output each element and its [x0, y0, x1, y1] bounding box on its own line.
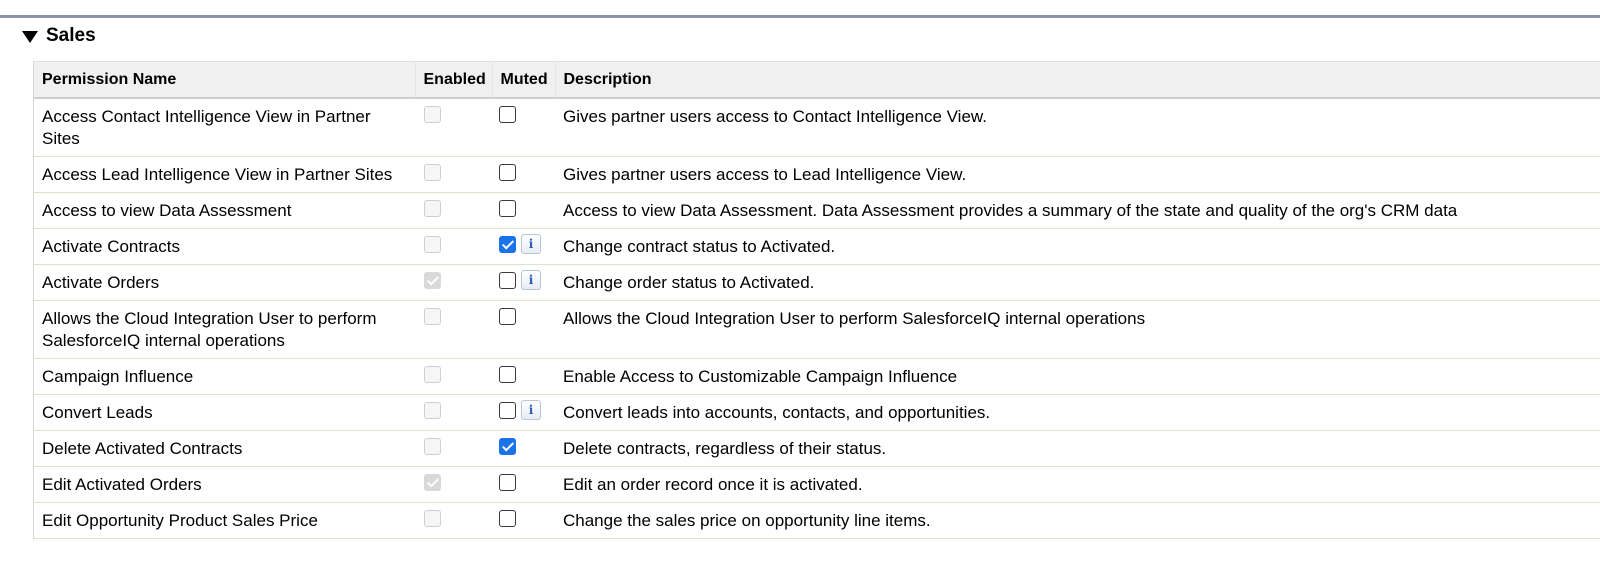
- enabled-checkbox: [424, 200, 441, 217]
- table-row: Activate Contracts i Change contract statu…: [34, 228, 1600, 265]
- muted-cell: [492, 300, 555, 359]
- info-icon[interactable]: i: [521, 270, 541, 290]
- enabled-cell: [415, 264, 492, 301]
- permission-name: Activate Contracts: [34, 228, 415, 265]
- enabled-checkbox: [424, 106, 441, 123]
- muted-checkbox[interactable]: [499, 366, 516, 383]
- table-row: Edit Activated Orders Edit an order recor…: [34, 466, 1600, 503]
- muted-cell: [492, 502, 555, 539]
- permission-name: Convert Leads: [34, 394, 415, 431]
- table-row: Campaign Influence Enable Access to Custo…: [34, 358, 1600, 395]
- muted-checkbox[interactable]: [499, 474, 516, 491]
- permission-name: Activate Orders: [34, 264, 415, 301]
- section-top-rule: [0, 15, 1600, 18]
- table-row: Activate Orders i Change order status to A…: [34, 264, 1600, 301]
- table-row: Access Lead Intelligence View in Partner…: [34, 156, 1600, 193]
- enabled-checkbox: [424, 438, 441, 455]
- muted-checkbox[interactable]: [499, 236, 516, 253]
- info-icon[interactable]: i: [521, 400, 541, 420]
- enabled-checkbox: [424, 308, 441, 325]
- permission-description: Edit an order record once it is activate…: [555, 466, 1600, 503]
- enabled-checkbox: [424, 236, 441, 253]
- permission-name: Allows the Cloud Integration User to per…: [34, 300, 415, 359]
- muted-cell: [492, 358, 555, 395]
- section-title: Sales: [46, 25, 96, 46]
- permission-name: Access to view Data Assessment: [34, 192, 415, 229]
- info-icon[interactable]: i: [521, 234, 541, 254]
- permission-name: Edit Opportunity Product Sales Price: [34, 502, 415, 539]
- enabled-cell: [415, 156, 492, 193]
- permission-name: Delete Activated Contracts: [34, 430, 415, 467]
- permission-description: Convert leads into accounts, contacts, a…: [555, 394, 1600, 431]
- enabled-checkbox: [424, 474, 441, 491]
- enabled-cell: [415, 466, 492, 503]
- table-row: Edit Opportunity Product Sales Price Chan…: [34, 502, 1600, 539]
- muted-checkbox[interactable]: [499, 272, 516, 289]
- section-toggle[interactable]: Sales: [22, 22, 96, 50]
- permission-name: Edit Activated Orders: [34, 466, 415, 503]
- muted-cell: [492, 192, 555, 229]
- permission-name: Campaign Influence: [34, 358, 415, 395]
- muted-cell: [492, 430, 555, 467]
- permission-description: Enable Access to Customizable Campaign I…: [555, 358, 1600, 395]
- enabled-cell: [415, 300, 492, 359]
- collapse-triangle-icon[interactable]: [22, 31, 38, 43]
- table-row: Convert Leads i Convert leads into account…: [34, 394, 1600, 431]
- column-header-enabled: Enabled: [415, 61, 493, 99]
- column-header-description: Description: [555, 61, 1600, 99]
- enabled-checkbox: [424, 510, 441, 527]
- enabled-checkbox: [424, 272, 441, 289]
- table-row: Delete Activated Contracts Delete contrac…: [34, 430, 1600, 467]
- muted-cell: i: [492, 264, 555, 301]
- table-header-row: Permission Name Enabled Muted Descriptio…: [34, 61, 1600, 99]
- muted-checkbox[interactable]: [499, 510, 516, 527]
- permission-description: Gives partner users access to Lead Intel…: [555, 156, 1600, 193]
- permission-description: Access to view Data Assessment. Data Ass…: [555, 192, 1600, 229]
- permission-description: Delete contracts, regardless of their st…: [555, 430, 1600, 467]
- muted-cell: [492, 466, 555, 503]
- muted-checkbox[interactable]: [499, 308, 516, 325]
- permission-description: Change contract status to Activated.: [555, 228, 1600, 265]
- muted-checkbox[interactable]: [499, 164, 516, 181]
- column-header-permission-name: Permission Name: [34, 61, 416, 99]
- permission-name: Access Contact Intelligence View in Part…: [34, 98, 415, 157]
- muted-checkbox[interactable]: [499, 106, 516, 123]
- muted-cell: i: [492, 228, 555, 265]
- enabled-checkbox: [424, 164, 441, 181]
- muted-checkbox[interactable]: [499, 200, 516, 217]
- table-row: Allows the Cloud Integration User to per…: [34, 300, 1600, 359]
- enabled-cell: [415, 394, 492, 431]
- enabled-cell: [415, 358, 492, 395]
- muted-cell: i: [492, 394, 555, 431]
- muted-checkbox[interactable]: [499, 438, 516, 455]
- permissions-table-container: Permission Name Enabled Muted Descriptio…: [33, 61, 1600, 539]
- enabled-cell: [415, 430, 492, 467]
- permission-description: Change order status to Activated.: [555, 264, 1600, 301]
- muted-checkbox[interactable]: [499, 402, 516, 419]
- table-row: Access Contact Intelligence View in Part…: [34, 98, 1600, 157]
- permissions-table-body: Access Contact Intelligence View in Part…: [34, 98, 1600, 539]
- permission-description: Gives partner users access to Contact In…: [555, 98, 1600, 157]
- permission-description: Allows the Cloud Integration User to per…: [555, 300, 1600, 359]
- permission-name: Access Lead Intelligence View in Partner…: [34, 156, 415, 193]
- table-row: Access to view Data Assessment Access to …: [34, 192, 1600, 229]
- muted-cell: [492, 156, 555, 193]
- enabled-cell: [415, 502, 492, 539]
- enabled-cell: [415, 192, 492, 229]
- muted-cell: [492, 98, 555, 157]
- permission-description: Change the sales price on opportunity li…: [555, 502, 1600, 539]
- enabled-cell: [415, 98, 492, 157]
- column-header-muted: Muted: [492, 61, 556, 99]
- enabled-checkbox: [424, 366, 441, 383]
- enabled-cell: [415, 228, 492, 265]
- enabled-checkbox: [424, 402, 441, 419]
- permissions-table: Permission Name Enabled Muted Descriptio…: [34, 61, 1600, 539]
